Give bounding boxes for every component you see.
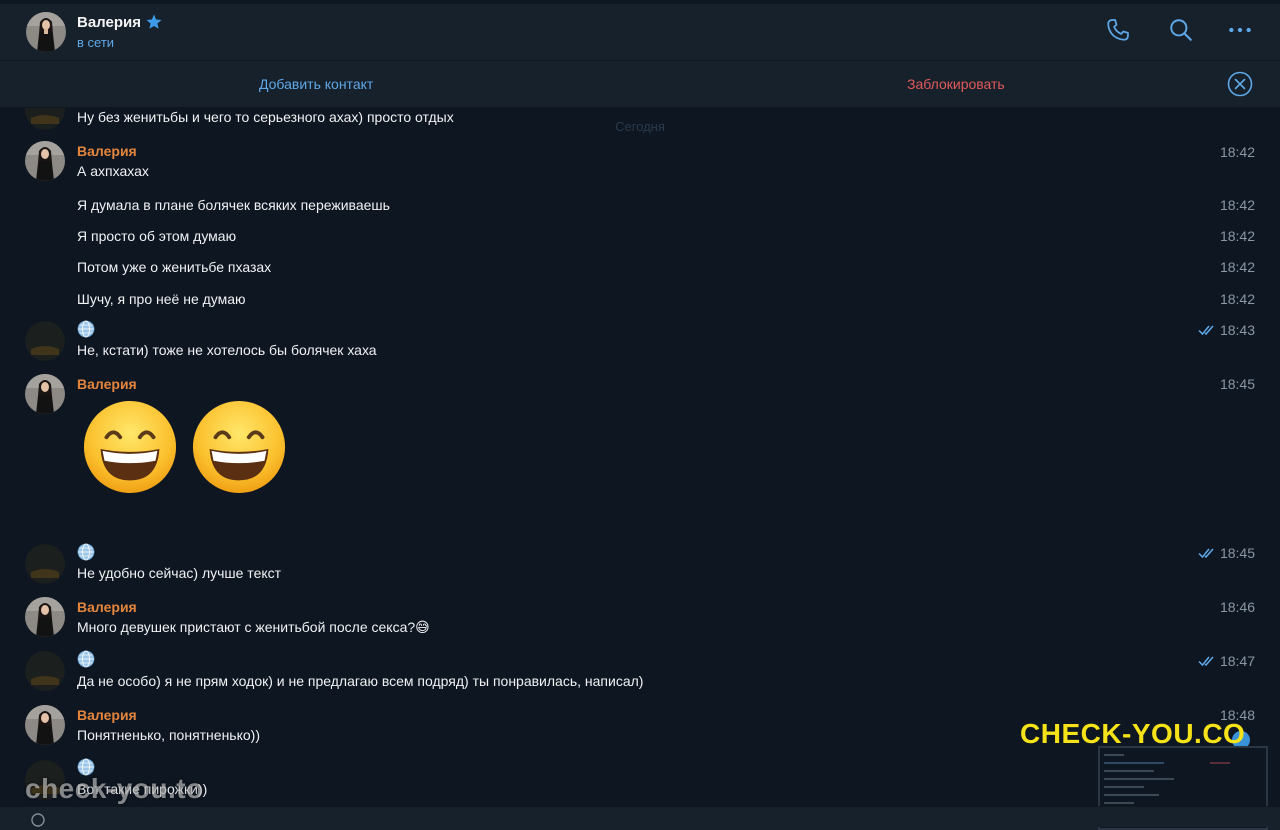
message-text: Не, кстати) тоже не хотелось бы болячек … <box>77 342 377 358</box>
message-text: Много девушек пристают с женитьбой после… <box>77 619 430 635</box>
contact-avatar-small[interactable] <box>25 705 65 745</box>
read-checks-icon <box>1198 548 1214 559</box>
message-text: Ну без женитьбы и чего то серьезного аха… <box>77 109 454 125</box>
message-text: Шучу, я про неё не думаю <box>77 291 246 307</box>
add-contact-button[interactable]: Добавить контакт <box>259 76 373 92</box>
grinning-emoji-icon[interactable] <box>190 398 288 496</box>
time-label: 18:46 <box>1219 599 1255 615</box>
message-time: 18:45 <box>1220 376 1255 392</box>
contact-action-bar: Добавить контакт Заблокировать <box>0 61 1280 108</box>
contact-name: Валерия <box>77 13 141 31</box>
globe-icon <box>77 650 95 668</box>
message-time: 18:42 <box>1220 144 1255 160</box>
message-text: Да не особо) я не прям ходок) и не предл… <box>77 673 644 689</box>
grinning-emoji-icon[interactable] <box>81 398 179 496</box>
block-button[interactable]: Заблокировать <box>907 76 1005 92</box>
time-label: 18:45 <box>1219 545 1255 561</box>
contact-avatar[interactable] <box>26 12 66 52</box>
watermark-left: check-you.to <box>25 773 204 804</box>
window-edge <box>0 0 1280 4</box>
close-action-bar-icon[interactable] <box>1227 71 1253 97</box>
contact-status: в сети <box>77 35 115 50</box>
message-time: 18:43 <box>1198 322 1255 338</box>
message-time: 18:42 <box>1220 291 1255 307</box>
message-text: Понятненько, понятненько)) <box>77 727 260 743</box>
premium-star-icon <box>146 14 162 29</box>
time-label: 18:42 <box>1219 259 1255 275</box>
phone-icon <box>1107 19 1129 41</box>
sender-name[interactable]: Валерия <box>77 599 137 615</box>
message-time: 18:46 <box>1220 599 1255 615</box>
call-button[interactable] <box>1104 16 1132 44</box>
time-label: 18:42 <box>1219 291 1255 307</box>
globe-icon <box>77 320 95 338</box>
composer-bar <box>0 806 1280 827</box>
search-icon <box>1170 19 1192 41</box>
message-text: Не удобно сейчас) лучше текст <box>77 565 282 581</box>
time-label: 18:47 <box>1219 653 1255 669</box>
message-text: Потом уже о женитьбе пхазах <box>77 259 272 275</box>
message-time: 18:42 <box>1220 197 1255 213</box>
time-label: 18:45 <box>1219 376 1255 392</box>
time-label: 18:42 <box>1219 228 1255 244</box>
message-text: А ахпхахах <box>77 163 149 179</box>
my-avatar[interactable] <box>25 321 65 361</box>
more-dots-icon <box>1229 27 1251 33</box>
contact-avatar-small[interactable] <box>25 597 65 637</box>
chat-header: Валерия в сети <box>0 0 1280 61</box>
my-avatar[interactable] <box>25 544 65 584</box>
sender-name[interactable]: Валерия <box>77 376 137 392</box>
sender-name[interactable]: Валерия <box>77 707 137 723</box>
time-label: 18:42 <box>1219 197 1255 213</box>
my-avatar[interactable] <box>25 651 65 691</box>
message-time: 18:42 <box>1220 228 1255 244</box>
message-text: Я думала в плане болячек всяких пережива… <box>77 197 390 213</box>
sender-name[interactable]: Валерия <box>77 143 137 159</box>
time-label: 18:42 <box>1219 144 1255 160</box>
more-options-button[interactable] <box>1226 16 1254 44</box>
globe-icon <box>77 543 95 561</box>
read-checks-icon <box>1198 325 1214 336</box>
message-time: 18:42 <box>1220 259 1255 275</box>
message-list[interactable]: Сегодня Ну без женитьбы и чего то серьез… <box>0 108 1280 806</box>
time-label: 18:43 <box>1219 322 1255 338</box>
message-text: Я просто об этом думаю <box>77 228 237 244</box>
contact-name-row[interactable]: Валерия <box>77 13 163 31</box>
contact-avatar-small[interactable] <box>25 374 65 414</box>
search-button[interactable] <box>1167 16 1195 44</box>
message-time: 18:47 <box>1198 653 1255 669</box>
read-checks-icon <box>1198 656 1214 667</box>
contact-avatar-small[interactable] <box>25 141 65 181</box>
message-time: 18:45 <box>1198 545 1255 561</box>
